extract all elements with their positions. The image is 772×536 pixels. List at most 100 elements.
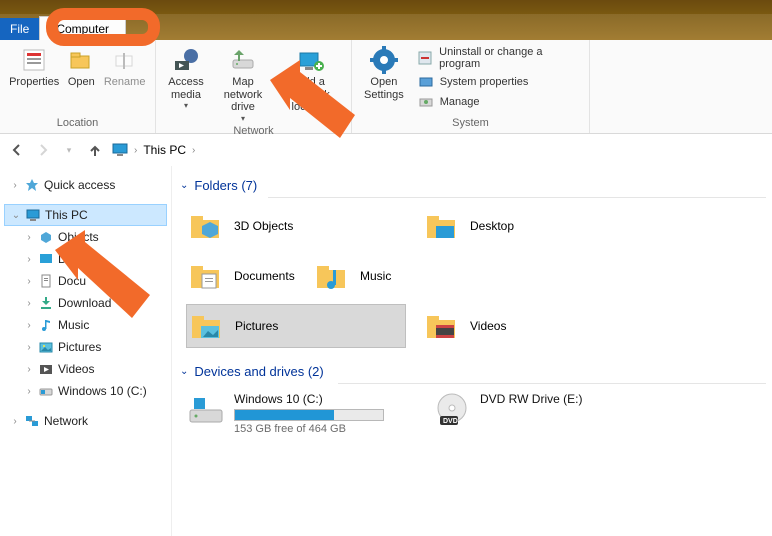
drive-name: DVD RW Drive (E:) <box>480 392 582 406</box>
expand-icon[interactable]: › <box>24 320 34 331</box>
quick-access-icon <box>24 177 40 193</box>
manage-icon <box>418 94 434 110</box>
network-icon <box>24 413 40 429</box>
expand-icon[interactable]: › <box>24 364 34 375</box>
system-properties-icon <box>418 74 434 90</box>
sidebar-label: Quick access <box>44 178 115 192</box>
folder-icon <box>189 308 225 344</box>
folder-label: Music <box>360 269 391 283</box>
ribbon-group-location: Properties Open Rename Location <box>0 40 156 133</box>
breadcrumb-this-pc[interactable]: This PC <box>143 143 186 157</box>
drive-usage-bar <box>234 409 384 421</box>
open-settings-button[interactable]: Open Settings <box>358 44 410 103</box>
folder-videos[interactable]: Videos <box>422 304 532 348</box>
rename-icon <box>111 46 139 74</box>
chevron-down-icon: ⌄ <box>180 366 188 377</box>
access-media-button[interactable]: Access media ▾ <box>162 44 210 112</box>
expand-icon[interactable]: › <box>10 180 20 191</box>
ribbon-group-system-label: System <box>352 117 589 133</box>
add-network-location-label: Add a network location <box>282 76 339 114</box>
expand-icon[interactable]: › <box>24 386 34 397</box>
drive-icon <box>188 392 224 428</box>
folder-music[interactable]: Music <box>312 254 532 298</box>
ribbon-group-network-label: Network <box>156 125 351 141</box>
access-media-icon <box>172 46 200 74</box>
folder-3d-objects[interactable]: 3D Objects <box>186 204 406 248</box>
section-devices[interactable]: ⌄ Devices and drives (2) <box>178 360 766 383</box>
sidebar-label: Objects <box>58 230 99 244</box>
sidebar-item-pictures[interactable]: › Pictures <box>4 336 167 358</box>
recent-locations-button[interactable]: ▾ <box>60 141 78 159</box>
uninstall-icon <box>418 50 433 66</box>
sidebar-item-documents[interactable]: › Docu <box>4 270 167 292</box>
forward-button[interactable] <box>34 141 52 159</box>
expand-icon[interactable]: › <box>24 232 34 243</box>
map-drive-label: Map network drive <box>216 76 270 114</box>
open-button[interactable]: Open <box>62 44 100 91</box>
expand-icon[interactable]: › <box>24 342 34 353</box>
drive-e[interactable]: DVD DVD RW Drive (E:) <box>432 390 662 437</box>
sidebar-label: D <box>58 252 67 266</box>
map-network-drive-button[interactable]: Map network drive ▾ <box>210 44 276 125</box>
drive-c[interactable]: Windows 10 (C:) 153 GB free of 464 GB <box>186 390 416 437</box>
section-folders[interactable]: ⌄ Folders (7) <box>178 174 766 197</box>
folder-pictures[interactable]: Pictures <box>186 304 406 348</box>
manage-button[interactable]: Manage <box>418 92 581 112</box>
dvd-drive-icon: DVD <box>434 392 470 428</box>
sidebar-item-3d-objects[interactable]: › Objects <box>4 226 167 248</box>
map-drive-icon <box>229 46 257 74</box>
navigation-pane: › Quick access ⌄ This PC › Objects › D ›… <box>0 166 172 536</box>
folder-label: Videos <box>470 319 506 333</box>
explorer-body: › Quick access ⌄ This PC › Objects › D ›… <box>0 166 772 536</box>
tab-file[interactable]: File <box>0 18 39 40</box>
add-network-location-icon <box>297 46 325 74</box>
expand-icon[interactable]: › <box>24 254 34 265</box>
chevron-right-icon: › <box>134 145 137 156</box>
folder-label: Pictures <box>235 319 278 333</box>
music-icon <box>38 317 54 333</box>
this-pc-icon <box>25 207 41 223</box>
folder-documents[interactable]: Documents <box>186 254 296 298</box>
sidebar-item-network[interactable]: › Network <box>4 410 167 432</box>
sidebar-label: Network <box>44 414 88 428</box>
sidebar-item-music[interactable]: › Music <box>4 314 167 336</box>
sidebar-item-windows-c[interactable]: › Windows 10 (C:) <box>4 380 167 402</box>
drive-free-space: 153 GB free of 464 GB <box>234 423 384 435</box>
folder-icon <box>188 258 224 294</box>
sidebar-item-this-pc[interactable]: ⌄ This PC <box>4 204 167 226</box>
access-media-label: Access media <box>168 76 204 101</box>
back-button[interactable] <box>8 141 26 159</box>
properties-label: Properties <box>9 76 59 89</box>
tab-computer[interactable]: Computer <box>39 16 126 40</box>
up-button[interactable] <box>86 141 104 159</box>
uninstall-label: Uninstall or change a program <box>439 46 581 70</box>
address-bar[interactable]: › This PC › <box>112 142 195 158</box>
uninstall-program-button[interactable]: Uninstall or change a program <box>418 44 581 72</box>
expand-icon[interactable]: › <box>24 276 34 287</box>
sidebar-label: This PC <box>45 208 88 222</box>
properties-button[interactable]: Properties <box>6 44 62 91</box>
documents-icon <box>38 273 54 289</box>
folder-desktop[interactable]: Desktop <box>422 204 642 248</box>
sidebar-label: Docu <box>58 274 86 288</box>
desktop-icon <box>38 251 54 267</box>
rename-button[interactable]: Rename <box>100 44 149 91</box>
expand-icon[interactable]: › <box>24 298 34 309</box>
sidebar-item-videos[interactable]: › Videos <box>4 358 167 380</box>
navigation-bar: ▾ › This PC › <box>0 134 772 166</box>
folder-icon <box>424 208 460 244</box>
add-network-location-button[interactable]: Add a network location <box>276 44 345 116</box>
ribbon-tabstrip: File Computer <box>0 14 772 40</box>
downloads-icon <box>38 295 54 311</box>
expand-icon[interactable]: › <box>10 416 20 427</box>
collapse-icon[interactable]: ⌄ <box>11 210 21 221</box>
sidebar-item-downloads[interactable]: › Download <box>4 292 167 314</box>
videos-icon <box>38 361 54 377</box>
ribbon: Properties Open Rename Location <box>0 40 772 134</box>
system-properties-button[interactable]: System properties <box>418 72 581 92</box>
sidebar-item-desktop[interactable]: › D <box>4 248 167 270</box>
content-pane: ⌄ Folders (7) 3D Objects Desktop Documen… <box>172 166 772 536</box>
sidebar-item-quick-access[interactable]: › Quick access <box>4 174 167 196</box>
section-folders-label: Folders (7) <box>194 178 257 193</box>
folder-icon <box>424 308 460 344</box>
